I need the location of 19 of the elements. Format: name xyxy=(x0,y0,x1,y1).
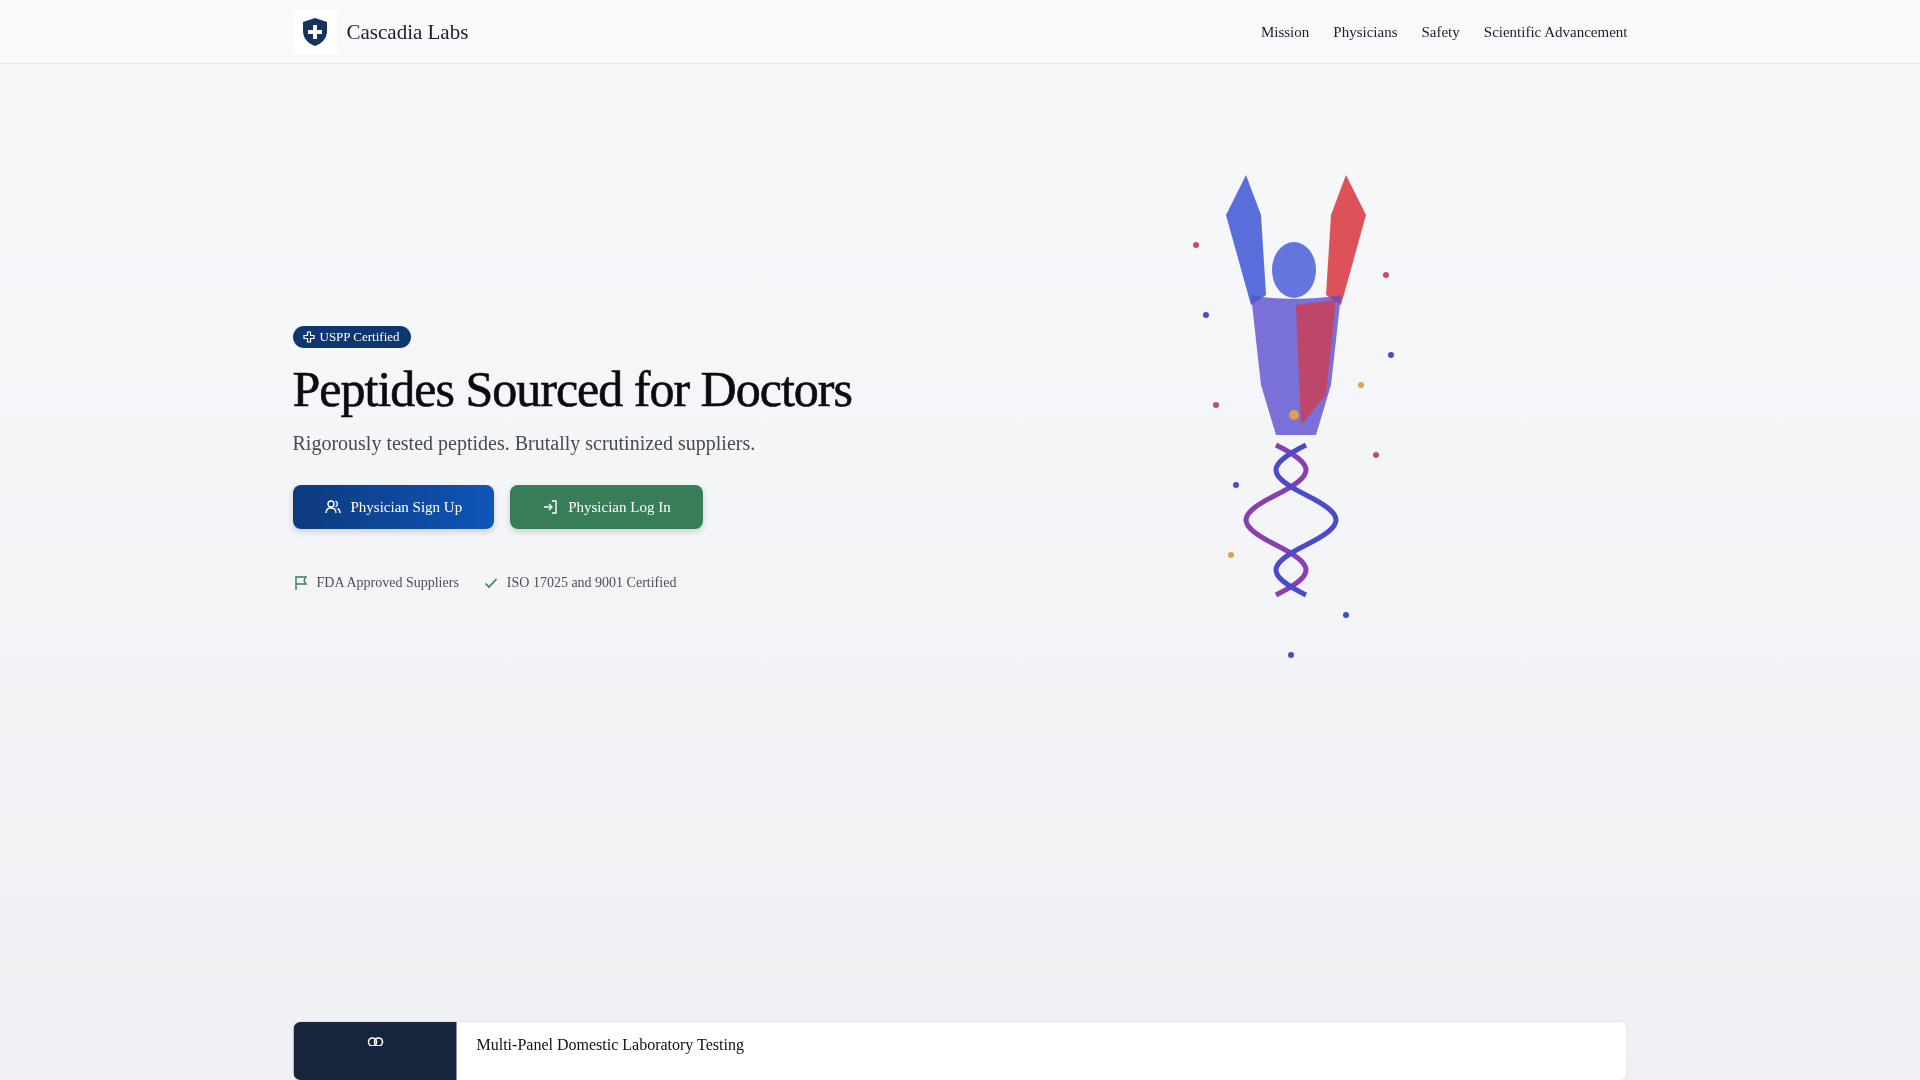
physician-button[interactable]: Physician Sign Up xyxy=(292,485,495,529)
nav-link[interactable]: Scientific Advancement xyxy=(1483,23,1628,41)
flag-icon xyxy=(292,575,309,591)
link-icon xyxy=(366,1036,384,1046)
logo-icon[interactable] xyxy=(292,10,337,54)
nav-link[interactable]: Physicians xyxy=(1333,23,1398,41)
card-title: Multi-Panel Domestic Laboratory Testing xyxy=(476,1036,744,1056)
physician-button[interactable]: Physician Log In xyxy=(510,485,703,529)
nav-link[interactable]: Safety xyxy=(1421,23,1460,41)
sign-in-icon xyxy=(542,499,559,515)
hero-subtitle: Rigorously tested peptides. Brutally scrutinized suppliers. xyxy=(292,432,757,455)
feature-label: FDA Approved Suppliers xyxy=(316,575,459,591)
plus-icon xyxy=(302,331,315,343)
brand-name[interactable]: Cascadia Labs xyxy=(346,19,469,45)
hero-title: Peptides Sourced for Doctors xyxy=(292,360,853,418)
certified-badge: USPP Certified xyxy=(292,326,411,348)
feature-label: ISO 17025 and 9001 Certified xyxy=(506,575,677,591)
nav-link[interactable]: Mission xyxy=(1260,23,1310,41)
users-icon xyxy=(324,499,341,515)
